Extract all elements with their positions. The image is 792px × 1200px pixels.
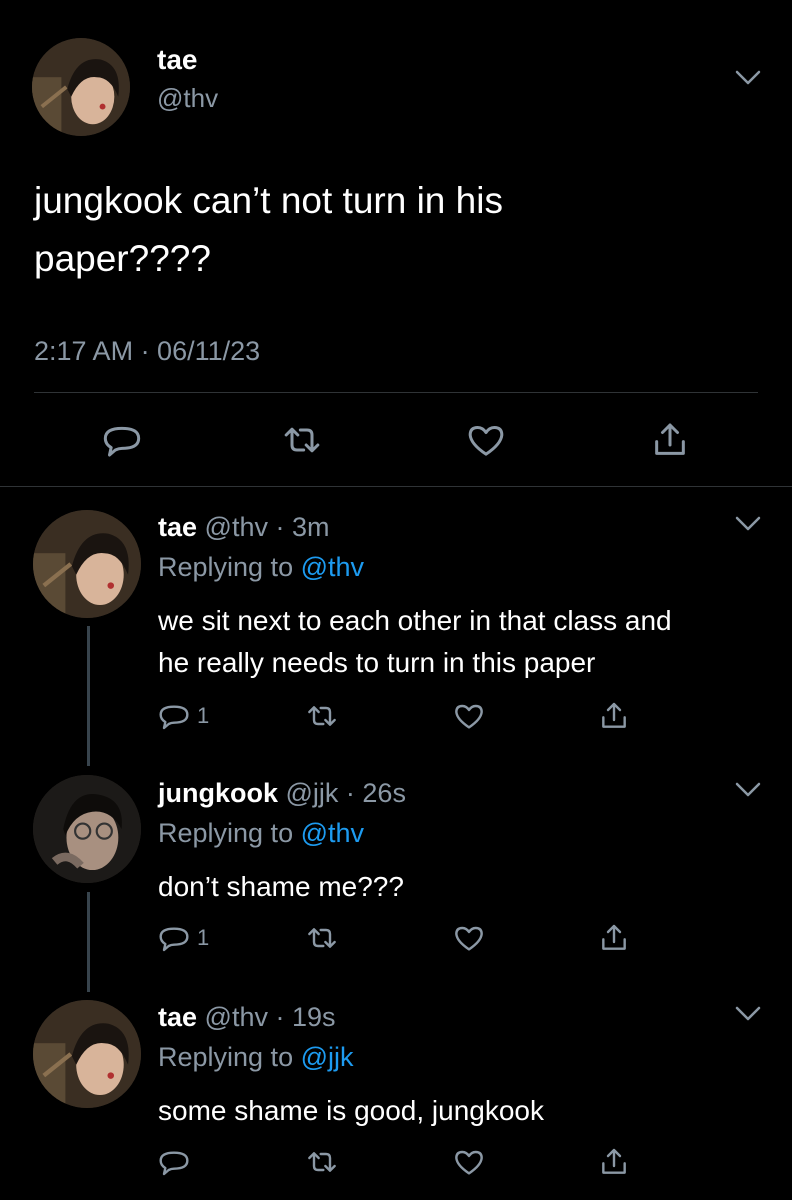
reply-header: tae @thv · 3m xyxy=(158,512,329,543)
retweet-button[interactable] xyxy=(282,420,322,460)
share-button[interactable] xyxy=(598,700,630,732)
author-handle[interactable]: @thv xyxy=(157,83,218,114)
tweet-text-line: paper???? xyxy=(34,238,211,279)
reply-author-name[interactable]: jungkook xyxy=(158,778,278,808)
chevron-down-icon[interactable] xyxy=(735,70,761,86)
like-button[interactable] xyxy=(453,700,485,732)
reply-text: we sit next to each other in that class … xyxy=(158,600,672,684)
share-button[interactable] xyxy=(598,922,630,954)
like-icon xyxy=(455,926,483,951)
retweet-icon xyxy=(308,928,336,948)
share-button[interactable] xyxy=(650,420,690,460)
retweet-button[interactable] xyxy=(306,922,338,954)
chevron-down-icon[interactable] xyxy=(735,1006,761,1022)
reply-count: 1 xyxy=(197,925,210,950)
replying-to-label: Replying to xyxy=(158,818,301,848)
chevron-down-icon[interactable] xyxy=(735,516,761,532)
replying-to: Replying to @thv xyxy=(158,818,364,849)
reply-meta[interactable]: @jjk · 26s xyxy=(286,778,406,808)
thread-line xyxy=(87,892,90,992)
divider xyxy=(34,392,758,393)
reply-text: some shame is good, jungkook xyxy=(158,1090,544,1132)
author-name[interactable]: tae xyxy=(157,44,197,76)
reply-meta[interactable]: @thv · 19s xyxy=(205,1002,336,1032)
replying-to-handle[interactable]: @thv xyxy=(301,552,364,582)
retweet-icon xyxy=(308,706,336,726)
reply-text: don’t shame me??? xyxy=(158,866,404,908)
reply-count: 1 xyxy=(197,703,210,728)
replying-to-label: Replying to xyxy=(158,1042,301,1072)
like-icon xyxy=(455,704,483,729)
reply-button[interactable] xyxy=(158,700,190,732)
divider xyxy=(0,486,792,487)
replying-to-label: Replying to xyxy=(158,552,301,582)
share-icon xyxy=(602,1148,626,1174)
reply-meta[interactable]: @thv · 3m xyxy=(205,512,330,542)
tweet-text-line: jungkook can’t not turn in his xyxy=(34,180,503,221)
thread-line xyxy=(87,626,90,766)
retweet-icon xyxy=(284,427,320,453)
reply-icon xyxy=(159,1151,189,1176)
avatar[interactable] xyxy=(32,38,130,136)
reply-author-name[interactable]: tae xyxy=(158,1002,197,1032)
share-icon xyxy=(602,924,626,950)
tweet-timestamp[interactable]: 2:17 AM · 06/11/23 xyxy=(34,336,260,367)
reply-text-line: some shame is good, jungkook xyxy=(158,1095,544,1126)
reply-icon xyxy=(159,927,189,952)
share-button[interactable] xyxy=(598,1146,630,1178)
reply-text-line: don’t shame me??? xyxy=(158,871,404,902)
like-icon xyxy=(455,1150,483,1175)
replying-to-handle[interactable]: @jjk xyxy=(301,1042,354,1072)
reply-header: tae @thv · 19s xyxy=(158,1002,336,1033)
reply-text-line: we sit next to each other in that class … xyxy=(158,605,672,636)
avatar[interactable] xyxy=(33,510,141,618)
reply-header: jungkook @jjk · 26s xyxy=(158,778,406,809)
share-icon xyxy=(655,423,685,455)
reply-author-name[interactable]: tae xyxy=(158,512,197,542)
replying-to-handle[interactable]: @thv xyxy=(301,818,364,848)
share-icon xyxy=(602,702,626,728)
chevron-down-icon[interactable] xyxy=(735,782,761,798)
reply-button[interactable] xyxy=(158,922,190,954)
replying-to: Replying to @thv xyxy=(158,552,364,583)
tweet-text: jungkook can’t not turn in his paper???? xyxy=(34,172,503,288)
retweet-button[interactable] xyxy=(306,1146,338,1178)
avatar[interactable] xyxy=(33,775,141,883)
retweet-button[interactable] xyxy=(306,700,338,732)
reply-icon xyxy=(159,705,189,730)
reply-text-line: he really needs to turn in this paper xyxy=(158,647,596,678)
reply-button[interactable] xyxy=(158,1146,190,1178)
reply-icon xyxy=(103,426,141,457)
avatar[interactable] xyxy=(33,1000,141,1108)
like-icon xyxy=(468,426,504,456)
replying-to: Replying to @jjk xyxy=(158,1042,354,1073)
like-button[interactable] xyxy=(453,922,485,954)
like-button[interactable] xyxy=(466,420,506,460)
reply-button[interactable] xyxy=(102,420,142,460)
retweet-icon xyxy=(308,1152,336,1172)
like-button[interactable] xyxy=(453,1146,485,1178)
